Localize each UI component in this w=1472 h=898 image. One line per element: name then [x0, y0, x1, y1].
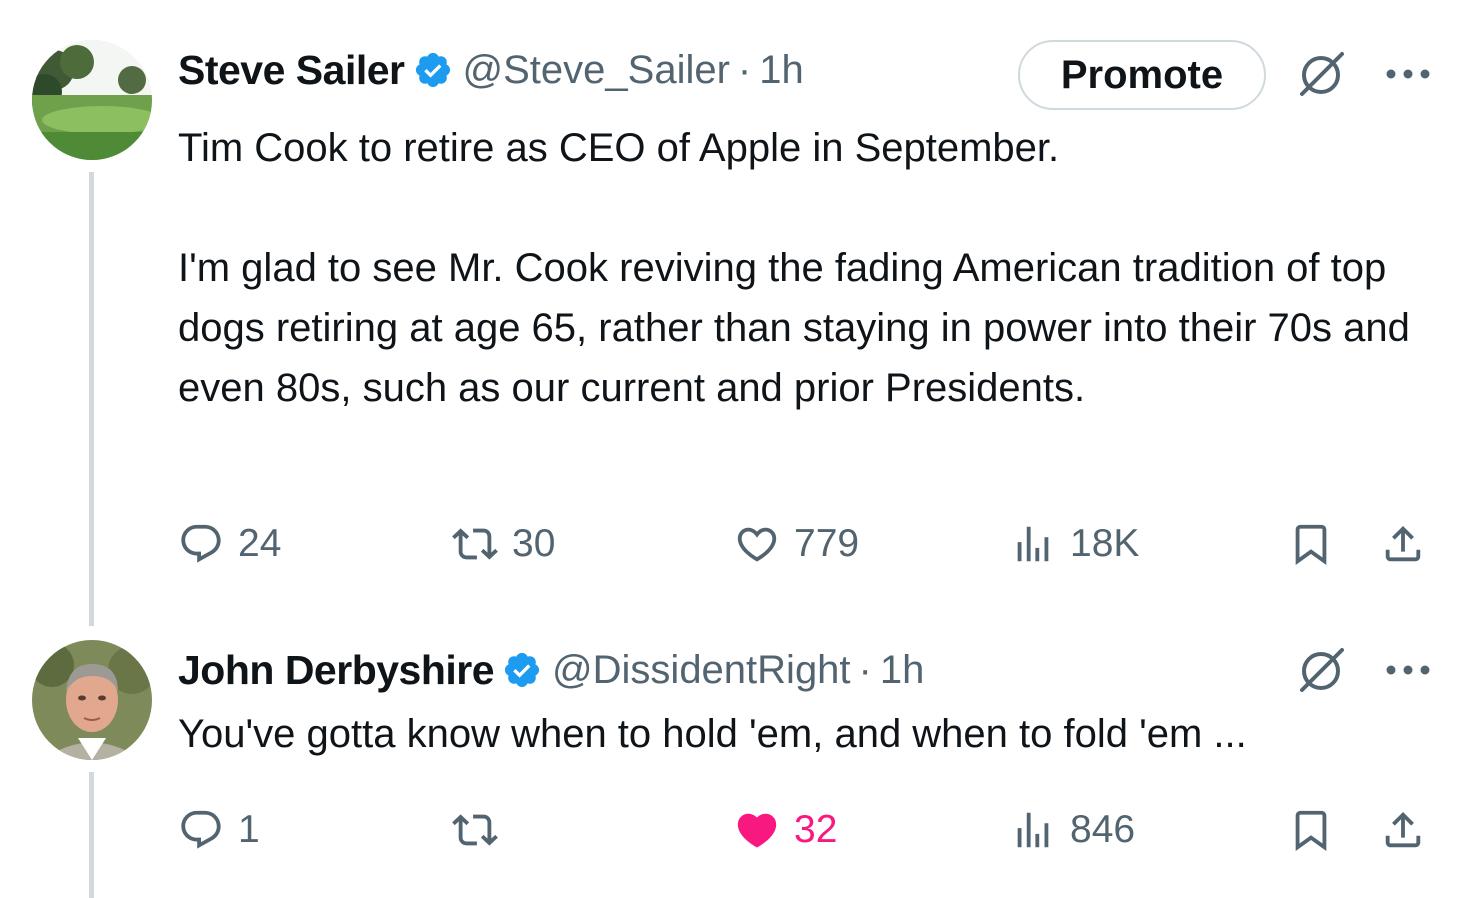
separator-dot: ·: [858, 647, 872, 692]
bookmark-icon: [1295, 810, 1327, 851]
separator-dot: ·: [737, 47, 752, 92]
more-icon[interactable]: [1380, 46, 1436, 102]
author-name[interactable]: John Derbyshire: [178, 647, 495, 694]
avatar-john-derbyshire[interactable]: [32, 640, 152, 760]
like-icon-filled: [737, 813, 777, 848]
repost-icon: [452, 814, 498, 846]
reply-icon: [181, 524, 221, 563]
author-name[interactable]: Steve Sailer: [178, 47, 405, 94]
repost-button[interactable]: 30: [452, 514, 555, 574]
grok-icon[interactable]: [1294, 642, 1350, 698]
avatar-steve-sailer[interactable]: [32, 40, 152, 160]
author-handle[interactable]: @Steve_Sailer: [463, 48, 730, 93]
tweet-header: John Derbyshire @DissidentRight · 1h: [178, 640, 924, 700]
share-button[interactable]: [1380, 514, 1426, 574]
tweet-header: Steve Sailer @Steve_Sailer · 1h: [178, 40, 804, 100]
more-icon[interactable]: [1380, 642, 1436, 698]
grok-icon[interactable]: [1294, 46, 1350, 102]
like-button[interactable]: 779: [734, 514, 859, 574]
views-button[interactable]: 18K: [1010, 514, 1139, 574]
tweet-text: Tim Cook to retire as CEO of Apple in Se…: [178, 126, 1410, 410]
reply-count: 24: [238, 522, 282, 565]
views-count: 18K: [1070, 522, 1140, 565]
thread-line: [89, 172, 94, 626]
like-count: 779: [794, 522, 860, 565]
promote-button[interactable]: Promote: [1018, 40, 1266, 110]
bookmark-button[interactable]: [1288, 514, 1334, 574]
like-icon: [737, 527, 777, 562]
bookmark-button[interactable]: [1288, 800, 1334, 860]
thread-line: [89, 772, 94, 898]
like-count: 32: [794, 808, 838, 851]
views-icon: [1017, 526, 1049, 562]
views-button[interactable]: 846: [1010, 800, 1135, 860]
timestamp[interactable]: 1h: [880, 648, 925, 693]
bookmark-icon: [1295, 524, 1327, 565]
tweet-actions: 24 30 779 18K: [178, 514, 1438, 574]
reply-count: 1: [238, 808, 260, 851]
share-icon: [1385, 811, 1421, 848]
reply-button[interactable]: 24: [178, 514, 281, 574]
verified-badge-icon: [415, 52, 450, 88]
views-icon: [1017, 812, 1049, 848]
tweet-actions: 1 32 846: [178, 800, 1438, 860]
views-count: 846: [1070, 808, 1136, 851]
author-handle[interactable]: @DissidentRight: [552, 648, 851, 693]
like-button[interactable]: 32: [734, 800, 837, 860]
share-icon: [1385, 525, 1421, 562]
reply-icon: [181, 810, 221, 849]
repost-button[interactable]: [452, 800, 512, 860]
share-button[interactable]: [1380, 800, 1426, 860]
timestamp[interactable]: 1h: [759, 48, 804, 93]
verified-badge-icon: [504, 652, 540, 688]
repost-icon: [452, 528, 498, 560]
tweet-text: You've gotta know when to hold 'em, and …: [178, 712, 1247, 756]
repost-count: 30: [512, 522, 556, 565]
reply-button[interactable]: 1: [178, 800, 260, 860]
